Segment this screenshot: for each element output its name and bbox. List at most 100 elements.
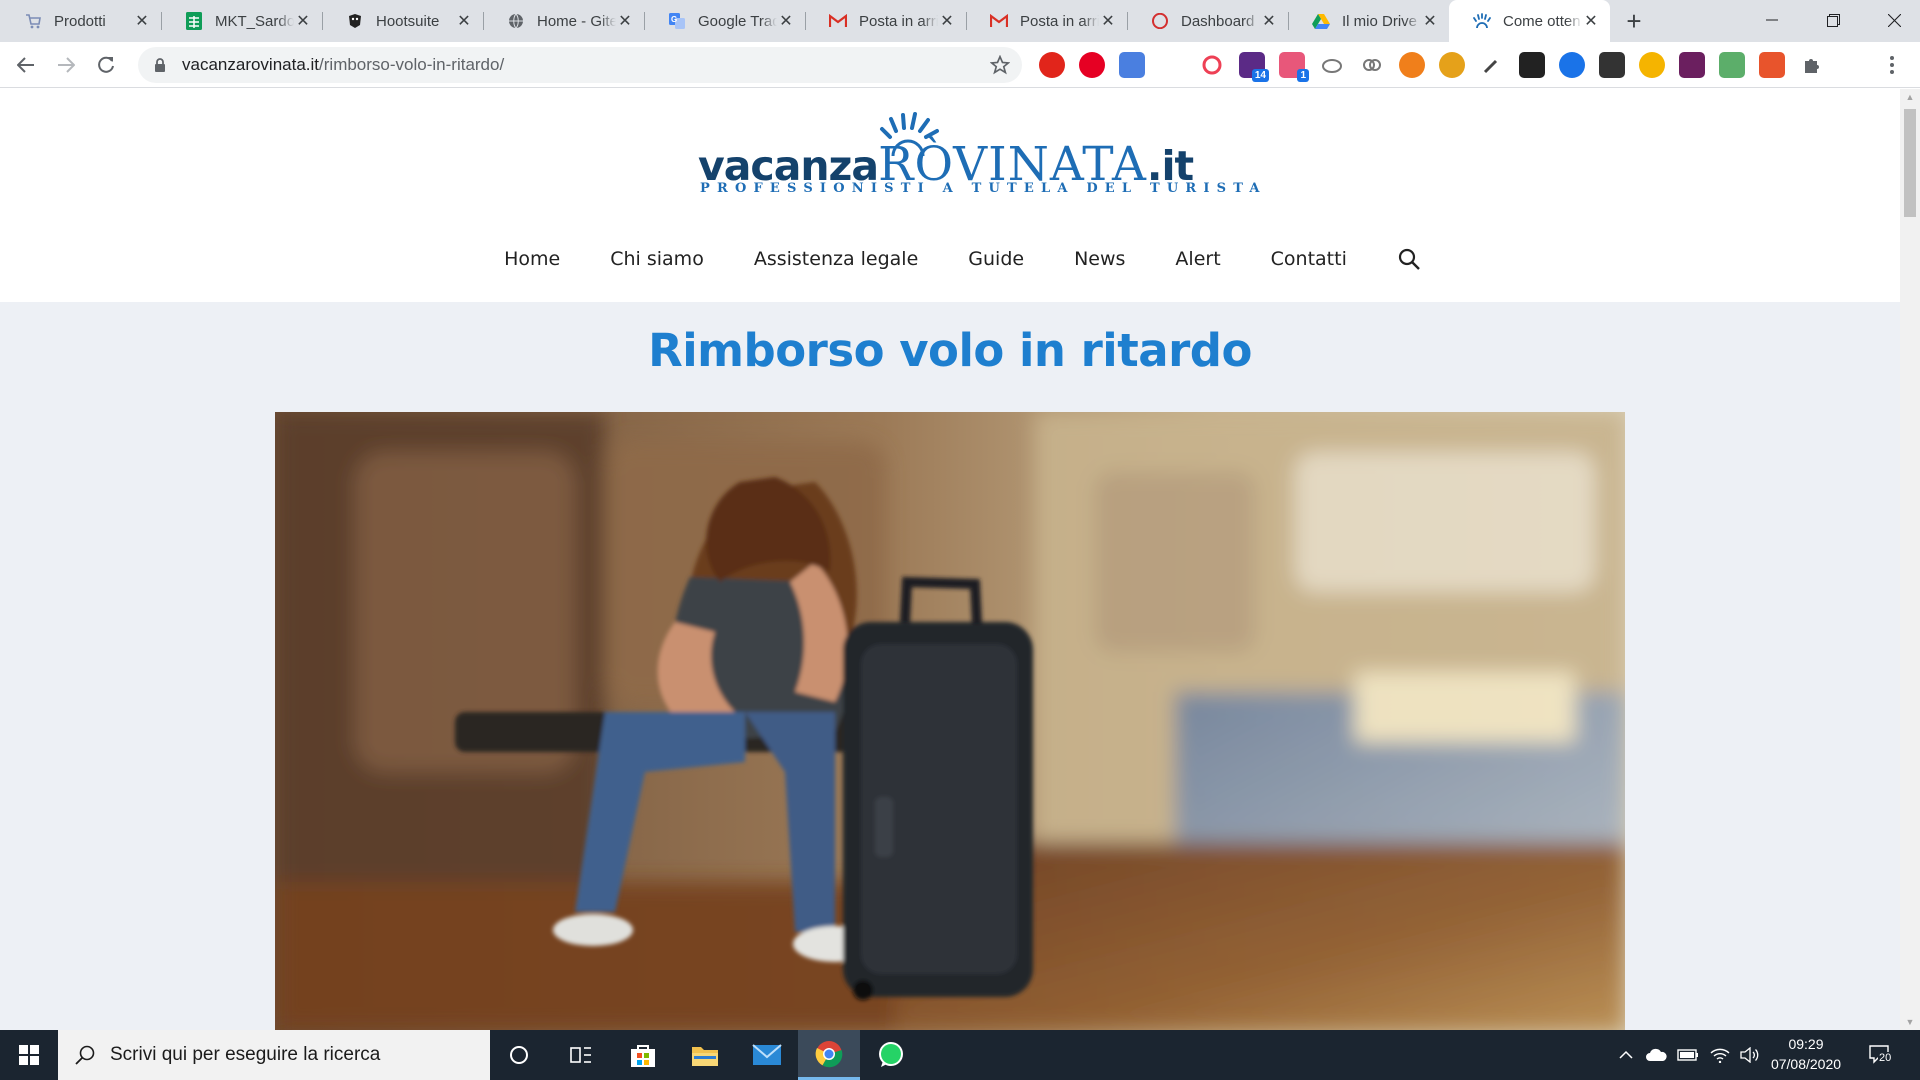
gray-extension-icon-2[interactable] [1359,52,1385,78]
v-extension-icon[interactable] [1159,52,1185,78]
close-icon [1887,13,1901,27]
swirl-extension-icon[interactable] [1199,52,1225,78]
minimize-button[interactable] [1744,0,1800,40]
file-explorer-taskbar-button[interactable] [674,1030,736,1080]
browser-tab[interactable]: G Google Trad ✕ [644,0,805,42]
nav-item-chi-siamo[interactable]: Chi siamo [610,248,704,270]
close-tab-icon[interactable]: ✕ [777,12,795,30]
clock-time: 09:29 [1788,1036,1824,1052]
bulb-extension-icon[interactable] [1639,52,1665,78]
nav-item-home[interactable]: Home [504,248,560,270]
new-tab-button[interactable]: + [1616,0,1652,42]
whatsapp-taskbar-button[interactable] [860,1030,922,1080]
reload-button[interactable] [86,45,126,85]
wifi-tray-icon[interactable] [1706,1030,1734,1080]
browser-tab[interactable]: Home - Gite ✕ [483,0,644,42]
bookmark-star-button[interactable] [988,53,1012,77]
battery-icon [1677,1049,1698,1061]
site-header: vacanzaRÒVINATA.it PROFESSIONISTI A TUTE… [0,89,1900,302]
taskbar-clock[interactable]: 09:29 07/08/2020 [1766,1034,1846,1074]
eyedropper-extension-icon[interactable] [1479,52,1505,78]
back-button[interactable] [6,45,46,85]
seo-extension-icon[interactable] [1439,52,1465,78]
store-taskbar-button[interactable] [612,1030,674,1080]
address-bar[interactable]: vacanzarovinata.it/rimborso-volo-in-rita… [138,47,1022,83]
close-tab-icon[interactable]: ✕ [1582,12,1600,30]
action-center-button[interactable]: 20 [1860,1030,1900,1080]
browser-tab[interactable]: Dashboard | ✕ [1127,0,1288,42]
close-tab-icon[interactable]: ✕ [938,12,956,30]
scrollbar-thumb[interactable] [1904,109,1916,217]
forward-button[interactable] [46,45,86,85]
puzzle-pink-extension-icon[interactable]: 1 [1279,52,1309,82]
browser-tab[interactable]: Posta in arri ✕ [966,0,1127,42]
onedrive-tray-icon[interactable] [1642,1030,1670,1080]
chevron-up-icon [1619,1050,1633,1059]
purple-extension-icon[interactable] [1679,52,1705,78]
browser-tab[interactable]: Come otten ✕ [1449,0,1610,42]
cart-icon [24,12,42,30]
nav-item-alert[interactable]: Alert [1175,248,1220,270]
tab-title: Posta in arri [859,12,938,30]
close-tab-icon[interactable]: ✕ [294,12,312,30]
pro-extension-icon[interactable] [1759,52,1785,78]
browser-tab[interactable]: Hootsuite ✕ [322,0,483,42]
windows-taskbar: Scrivi qui per eseguire la ricerca 09:29… [0,1030,1920,1080]
start-button[interactable] [0,1030,58,1080]
task-view-button[interactable] [550,1030,612,1080]
adblock-extension-icon[interactable] [1039,52,1065,78]
folder-icon [692,1047,718,1066]
orange-extension-icon[interactable] [1399,52,1425,78]
scroll-up-arrow[interactable]: ▲ [1900,89,1920,105]
chrome-icon [815,1040,843,1067]
checkbox-extension-icon[interactable] [1519,52,1545,78]
browser-menu-button[interactable] [1879,52,1905,78]
restore-button[interactable] [1805,0,1861,40]
main-navigation: Home Chi siamo Assistenza legale Guide N… [0,247,1900,271]
translate-extension-icon[interactable] [1119,52,1145,78]
close-tab-icon[interactable]: ✕ [455,12,473,30]
ext-logo-icon[interactable] [1839,52,1865,78]
tab-title: Google Trad [698,12,777,30]
close-tab-icon[interactable]: ✕ [616,12,634,30]
extensions-puzzle-button[interactable] [1799,52,1825,78]
nav-item-assistenza-legale[interactable]: Assistenza legale [754,248,918,270]
graduation-extension-icon[interactable]: 14 [1239,52,1269,82]
hero-image [275,412,1625,1030]
site-logo[interactable]: vacanzaRÒVINATA.it PROFESSIONISTI A TUTE… [698,109,1260,197]
clapper-extension-icon[interactable] [1599,52,1625,78]
green-extension-icon[interactable] [1719,52,1745,78]
pinterest-extension-icon[interactable] [1079,52,1105,78]
browser-toolbar: vacanzarovinata.it/rimborso-volo-in-rita… [0,42,1920,88]
close-tab-icon[interactable]: ✕ [1260,12,1278,30]
nav-item-contatti[interactable]: Contatti [1271,248,1347,270]
url-domain: vacanzarovinata.it [182,55,320,74]
drive-icon [1312,12,1330,30]
close-tab-icon[interactable]: ✕ [1421,12,1439,30]
close-window-button[interactable] [1866,0,1920,40]
scroll-down-arrow[interactable]: ▼ [1900,1014,1920,1030]
nav-item-news[interactable]: News [1074,248,1125,270]
browser-tab[interactable]: Prodotti ✕ [0,0,161,42]
cortana-button[interactable] [488,1030,550,1080]
browser-tab[interactable]: Il mio Drive ✕ [1288,0,1449,42]
mail-taskbar-button[interactable] [736,1030,798,1080]
gray-extension-icon-1[interactable] [1319,52,1345,78]
check-blue-extension-icon[interactable] [1559,52,1585,78]
browser-tab[interactable]: MKT_Sardo_✕ [161,0,322,42]
reload-icon [98,56,114,73]
search-icon[interactable] [1397,247,1421,271]
chrome-taskbar-button[interactable] [798,1030,860,1080]
close-tab-icon[interactable]: ✕ [1099,12,1117,30]
taskbar-search-box[interactable]: Scrivi qui per eseguire la ricerca [58,1030,490,1080]
show-hidden-icons-button[interactable] [1614,1030,1638,1080]
volume-tray-icon[interactable] [1736,1030,1764,1080]
page-scrollbar[interactable]: ▲ ▼ [1900,89,1920,1030]
battery-tray-icon[interactable] [1674,1030,1702,1080]
speaker-icon [1740,1047,1759,1063]
nav-item-guide[interactable]: Guide [968,248,1024,270]
opera-icon [1151,12,1169,30]
close-tab-icon[interactable]: ✕ [133,12,151,30]
hootsuite-icon [346,12,364,30]
browser-tab[interactable]: Posta in arri ✕ [805,0,966,42]
